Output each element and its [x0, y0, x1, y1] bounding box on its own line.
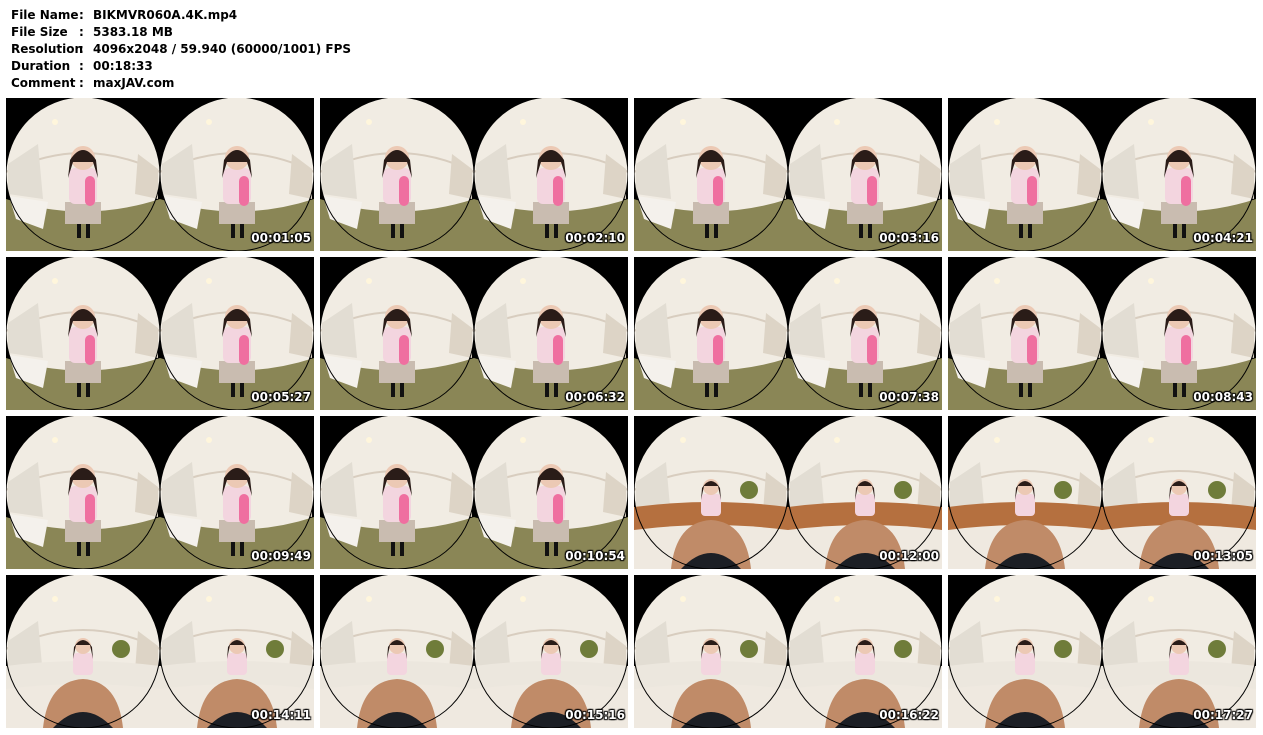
- file-info-row: File Size:5383.18 MB: [11, 24, 351, 41]
- thumbnail-tile: 00:07:38: [634, 257, 942, 410]
- thumbnail-timestamp: 00:16:22: [879, 708, 939, 722]
- vr-frame-image: [6, 98, 314, 251]
- thumbnail-tile: 00:06:32: [320, 257, 628, 410]
- thumbnail-grid: 00:01:05 00:02:10 00:03:16 00:04:21 00:05:27…: [6, 98, 1256, 728]
- thumbnail-timestamp: 00:17:27: [1193, 708, 1253, 722]
- thumbnail-tile: 00:12:00: [634, 416, 942, 569]
- thumbnail-tile: 00:09:49: [6, 416, 314, 569]
- file-info-separator: :: [79, 76, 84, 90]
- thumbnail-timestamp: 00:05:27: [251, 390, 311, 404]
- file-info-value: 5383.18 MB: [93, 25, 173, 39]
- vr-frame-image: [320, 416, 628, 569]
- thumbnail-tile: 00:03:16: [634, 98, 942, 251]
- thumbnail-tile: 00:02:10: [320, 98, 628, 251]
- thumbnail-timestamp: 00:03:16: [879, 231, 939, 245]
- thumbnail-tile: 00:15:16: [320, 575, 628, 728]
- file-info-value: maxJAV.com: [93, 76, 175, 90]
- file-info-row: File Name: BIKMVR060A.4K.mp4: [11, 7, 351, 24]
- thumbnail-timestamp: 00:07:38: [879, 390, 939, 404]
- thumbnail-timestamp: 00:08:43: [1193, 390, 1253, 404]
- vr-frame-image: [6, 416, 314, 569]
- file-info-separator: :: [79, 25, 84, 39]
- thumbnail-tile: 00:14:11: [6, 575, 314, 728]
- file-info-key: Resolution: [11, 42, 84, 56]
- thumbnail-timestamp: 00:09:49: [251, 549, 311, 563]
- file-info-key: File Size: [11, 25, 68, 39]
- vr-frame-image: [948, 416, 1256, 569]
- vr-frame-image: [634, 416, 942, 569]
- file-info-separator: :: [79, 8, 84, 22]
- thumbnail-timestamp: 00:06:32: [565, 390, 625, 404]
- file-info-key: Duration: [11, 59, 71, 73]
- thumbnail-timestamp: 00:01:05: [251, 231, 311, 245]
- thumbnail-tile: 00:13:05: [948, 416, 1256, 569]
- thumbnail-timestamp: 00:14:11: [251, 708, 311, 722]
- thumbnail-timestamp: 00:13:05: [1193, 549, 1253, 563]
- vr-frame-image: [320, 575, 628, 728]
- vr-frame-image: [634, 257, 942, 410]
- thumbnail-tile: 00:05:27: [6, 257, 314, 410]
- vr-frame-image: [948, 257, 1256, 410]
- thumbnail-timestamp: 00:15:16: [565, 708, 625, 722]
- file-info-row: Comment: maxJAV.com: [11, 75, 351, 92]
- thumbnail-tile: 00:04:21: [948, 98, 1256, 251]
- thumbnail-tile: 00:08:43: [948, 257, 1256, 410]
- file-info-value: 4096x2048 / 59.940 (60000/1001) FPS: [93, 42, 352, 56]
- thumbnail-tile: 00:10:54: [320, 416, 628, 569]
- file-info-panel: File Name: BIKMVR060A.4K.mp4 File Size:538…: [11, 7, 351, 92]
- file-info-value: 00:18:33: [93, 59, 153, 73]
- thumbnail-tile: 00:01:05: [6, 98, 314, 251]
- vr-frame-image: [634, 98, 942, 251]
- vr-frame-image: [634, 575, 942, 728]
- vr-frame-image: [948, 575, 1256, 728]
- thumbnail-tile: 00:16:22: [634, 575, 942, 728]
- thumbnail-tile: 00:17:27: [948, 575, 1256, 728]
- file-info-row: Resolution: 4096x2048 / 59.940 (60000/100…: [11, 41, 351, 58]
- file-info-row: Duration:00:18:33: [11, 58, 351, 75]
- thumbnail-timestamp: 00:04:21: [1193, 231, 1253, 245]
- file-info-separator: :: [79, 59, 84, 73]
- file-info-value: BIKMVR060A.4K.mp4: [93, 8, 238, 22]
- file-info-key: Comment: [11, 76, 76, 90]
- vr-frame-image: [6, 575, 314, 728]
- vr-frame-image: [320, 257, 628, 410]
- vr-frame-image: [320, 98, 628, 251]
- vr-frame-image: [948, 98, 1256, 251]
- file-info-separator: :: [79, 42, 84, 56]
- vr-frame-image: [6, 257, 314, 410]
- thumbnail-timestamp: 00:02:10: [565, 231, 625, 245]
- thumbnail-timestamp: 00:12:00: [879, 549, 939, 563]
- thumbnail-timestamp: 00:10:54: [565, 549, 625, 563]
- file-info-key: File Name: [11, 8, 79, 22]
